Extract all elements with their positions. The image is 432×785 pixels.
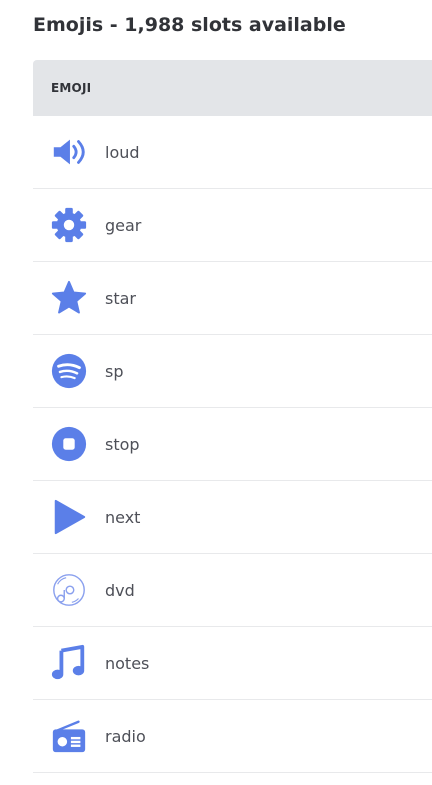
stop-icon <box>49 424 89 464</box>
emoji-name: notes <box>105 653 150 673</box>
table-header: EMOJI <box>33 60 432 116</box>
gear-icon <box>49 205 89 245</box>
emoji-name: next <box>105 507 141 527</box>
emoji-name: stop <box>105 434 140 454</box>
music-notes-icon <box>49 643 89 683</box>
spotify-icon <box>49 351 89 391</box>
table-row[interactable]: star <box>33 262 432 335</box>
star-icon <box>49 278 89 318</box>
emoji-name: loud <box>105 142 140 162</box>
speaker-loud-icon <box>49 132 89 172</box>
emoji-name: radio <box>105 726 146 746</box>
radio-icon <box>49 716 89 756</box>
page-title: Emojis - 1,988 slots available <box>33 14 346 36</box>
table-row[interactable]: next <box>33 481 432 554</box>
table-row[interactable]: gear <box>33 189 432 262</box>
table-row[interactable]: sp <box>33 335 432 408</box>
table-row[interactable]: radio <box>33 700 432 773</box>
table-row[interactable]: loud <box>33 116 432 189</box>
emoji-name: dvd <box>105 580 135 600</box>
emoji-name: sp <box>105 361 124 381</box>
table-row[interactable]: stop <box>33 408 432 481</box>
column-header-emoji: EMOJI <box>51 81 92 95</box>
table-row[interactable]: notes <box>33 627 432 700</box>
emoji-name: star <box>105 288 136 308</box>
dvd-icon <box>49 570 89 610</box>
play-next-icon <box>49 497 89 537</box>
emoji-name: gear <box>105 215 142 235</box>
table-row[interactable]: dvd <box>33 554 432 627</box>
emoji-table: EMOJI loud gear star sp stop next dvd no… <box>33 60 432 773</box>
